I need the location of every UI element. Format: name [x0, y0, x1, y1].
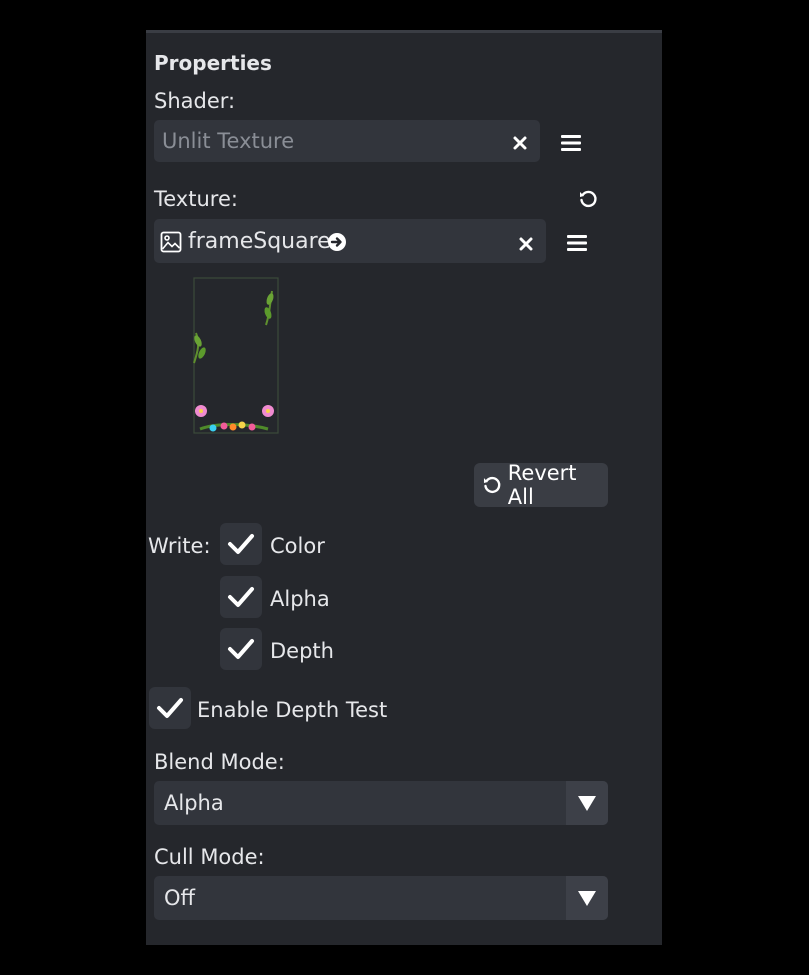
- write-alpha-label: Alpha: [270, 587, 330, 611]
- menu-icon: [561, 135, 581, 151]
- texture-label: Texture:: [154, 187, 238, 211]
- shader-menu-button[interactable]: [558, 131, 584, 155]
- depth-test-label: Enable Depth Test: [197, 698, 388, 722]
- triangle-down-icon: [578, 796, 596, 811]
- revert-all-button[interactable]: Revert All: [474, 461, 608, 509]
- texture-value: frameSquare: [188, 229, 331, 254]
- texture-clear-button[interactable]: [514, 232, 538, 256]
- cull-mode-dropdown-button[interactable]: [566, 876, 608, 920]
- blend-mode-select[interactable]: Alpha: [154, 781, 608, 825]
- check-icon: [157, 698, 183, 718]
- properties-panel: Properties Shader: Unlit Texture Texture…: [146, 30, 662, 945]
- shader-clear-button[interactable]: [508, 131, 532, 155]
- write-depth-label: Depth: [270, 639, 334, 663]
- menu-icon: [567, 235, 587, 251]
- check-icon: [228, 534, 254, 554]
- flower-left: [195, 405, 207, 417]
- panel-title: Properties: [154, 51, 272, 75]
- reset-icon: [483, 476, 501, 493]
- texture-menu-button[interactable]: [564, 231, 590, 255]
- write-color-checkbox[interactable]: [220, 523, 262, 565]
- texture-image-icon-wrap: [159, 230, 183, 254]
- write-color-label: Color: [270, 534, 325, 558]
- image-icon: [160, 231, 182, 253]
- depth-test-checkbox[interactable]: [149, 687, 191, 729]
- texture-go-button[interactable]: [326, 231, 348, 253]
- close-icon: [513, 136, 527, 150]
- reset-icon: [580, 190, 597, 208]
- write-alpha-checkbox[interactable]: [220, 576, 262, 618]
- cull-mode-value: Off: [164, 886, 195, 910]
- check-icon: [228, 639, 254, 659]
- close-icon: [519, 237, 533, 251]
- arrow-circle-right-icon: [328, 233, 346, 251]
- shader-placeholder: Unlit Texture: [162, 129, 295, 153]
- flower-right: [262, 405, 274, 417]
- blend-mode-dropdown-button[interactable]: [566, 781, 608, 825]
- texture-preview: [193, 277, 279, 434]
- shader-label: Shader:: [154, 89, 236, 113]
- blend-mode-label: Blend Mode:: [154, 750, 285, 774]
- triangle-down-icon: [578, 891, 596, 906]
- cull-mode-label: Cull Mode:: [154, 845, 265, 869]
- shader-field[interactable]: Unlit Texture: [154, 120, 540, 162]
- revert-all-label: Revert All: [507, 461, 577, 509]
- check-icon: [228, 587, 254, 607]
- cull-mode-select[interactable]: Off: [154, 876, 608, 920]
- write-label: Write:: [148, 534, 211, 558]
- texture-reset-button[interactable]: [576, 187, 600, 211]
- blend-mode-value: Alpha: [164, 791, 224, 815]
- write-depth-checkbox[interactable]: [220, 628, 262, 670]
